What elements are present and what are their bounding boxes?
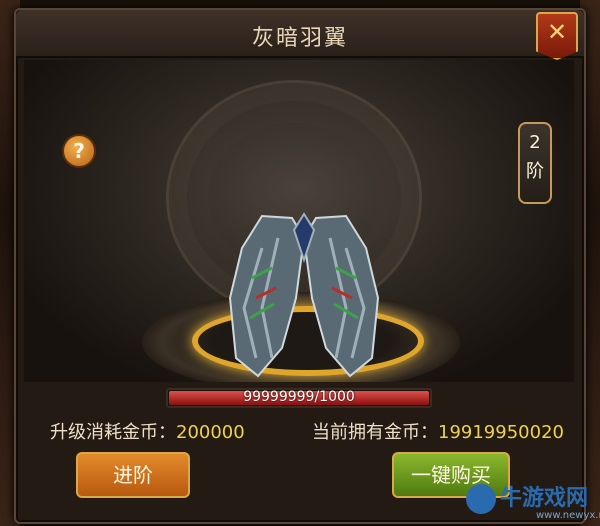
watermark-brand: 牛游戏网 <box>500 486 589 511</box>
rank-value: 2 <box>529 132 541 153</box>
advance-button[interactable]: 进阶 <box>76 452 190 498</box>
item-display-stage: ? 2 阶 <box>24 60 574 382</box>
close-x-icon: ✕ <box>546 18 568 46</box>
upgrade-cost-label: 升级消耗金币： <box>50 422 176 443</box>
upgrade-cost-row: 升级消耗金币：200000 <box>50 418 245 444</box>
upgrade-progress-bar: 99999999/1000 <box>166 388 432 408</box>
title-bar: 灰暗羽翼 ✕ <box>16 10 584 60</box>
question-icon: ? <box>73 139 85 163</box>
dialog-title: 灰暗羽翼 <box>251 26 348 51</box>
watermark-site: www.newyx.net <box>536 510 600 521</box>
help-button[interactable]: ? <box>62 134 96 168</box>
rank-unit: 阶 <box>526 161 544 182</box>
dark-wings-icon <box>228 212 380 378</box>
upgrade-cost-value: 200000 <box>176 422 245 443</box>
owned-gold-label: 当前拥有金币： <box>312 422 438 443</box>
owned-gold-row: 当前拥有金币：19919950020 <box>312 418 564 444</box>
wing-upgrade-dialog: 灰暗羽翼 ✕ ? 2 阶 99999999/1000 升级消耗金币：200000 <box>14 8 586 524</box>
close-button[interactable]: ✕ <box>536 12 578 60</box>
owned-gold-value: 19919950020 <box>438 422 564 443</box>
rank-badge: 2 阶 <box>518 122 552 204</box>
mascot-logo-icon <box>466 484 496 514</box>
site-watermark: 牛游戏网 www.newyx.net <box>466 480 600 526</box>
progress-text: 99999999/1000 <box>243 389 355 405</box>
